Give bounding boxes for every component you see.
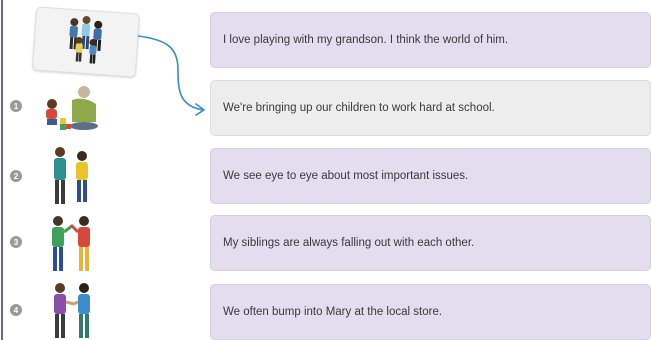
number-badge-4: 4 <box>10 304 22 316</box>
people-meeting-illustration <box>54 283 90 338</box>
sentence-text-1: We're bringing up our children to work h… <box>223 102 495 114</box>
sentence-box-2[interactable]: We see eye to eye about most important i… <box>210 148 651 204</box>
sentence-box-4[interactable]: We often bump into Mary at the local sto… <box>210 284 651 340</box>
number-badge-1: 1 <box>10 100 22 112</box>
sentence-text-3: My siblings are always falling out with … <box>223 237 475 249</box>
sentence-box-3[interactable]: My siblings are always falling out with … <box>210 215 651 271</box>
number-badge-2: 2 <box>10 170 22 182</box>
example-sentence: I love playing with my grandson. I think… <box>223 34 509 46</box>
number-badge-3: 3 <box>10 236 22 248</box>
sentence-text-2: We see eye to eye about most important i… <box>223 170 469 182</box>
parent-child-illustration <box>46 86 98 130</box>
sentence-text-4: We often bump into Mary at the local sto… <box>223 306 443 318</box>
siblings-arguing-illustration <box>52 216 90 271</box>
sentence-box-1[interactable]: We're bringing up our children to work h… <box>210 80 651 136</box>
example-sentence-box: I love playing with my grandson. I think… <box>210 12 651 68</box>
two-adults-agreeing-illustration <box>54 147 88 204</box>
